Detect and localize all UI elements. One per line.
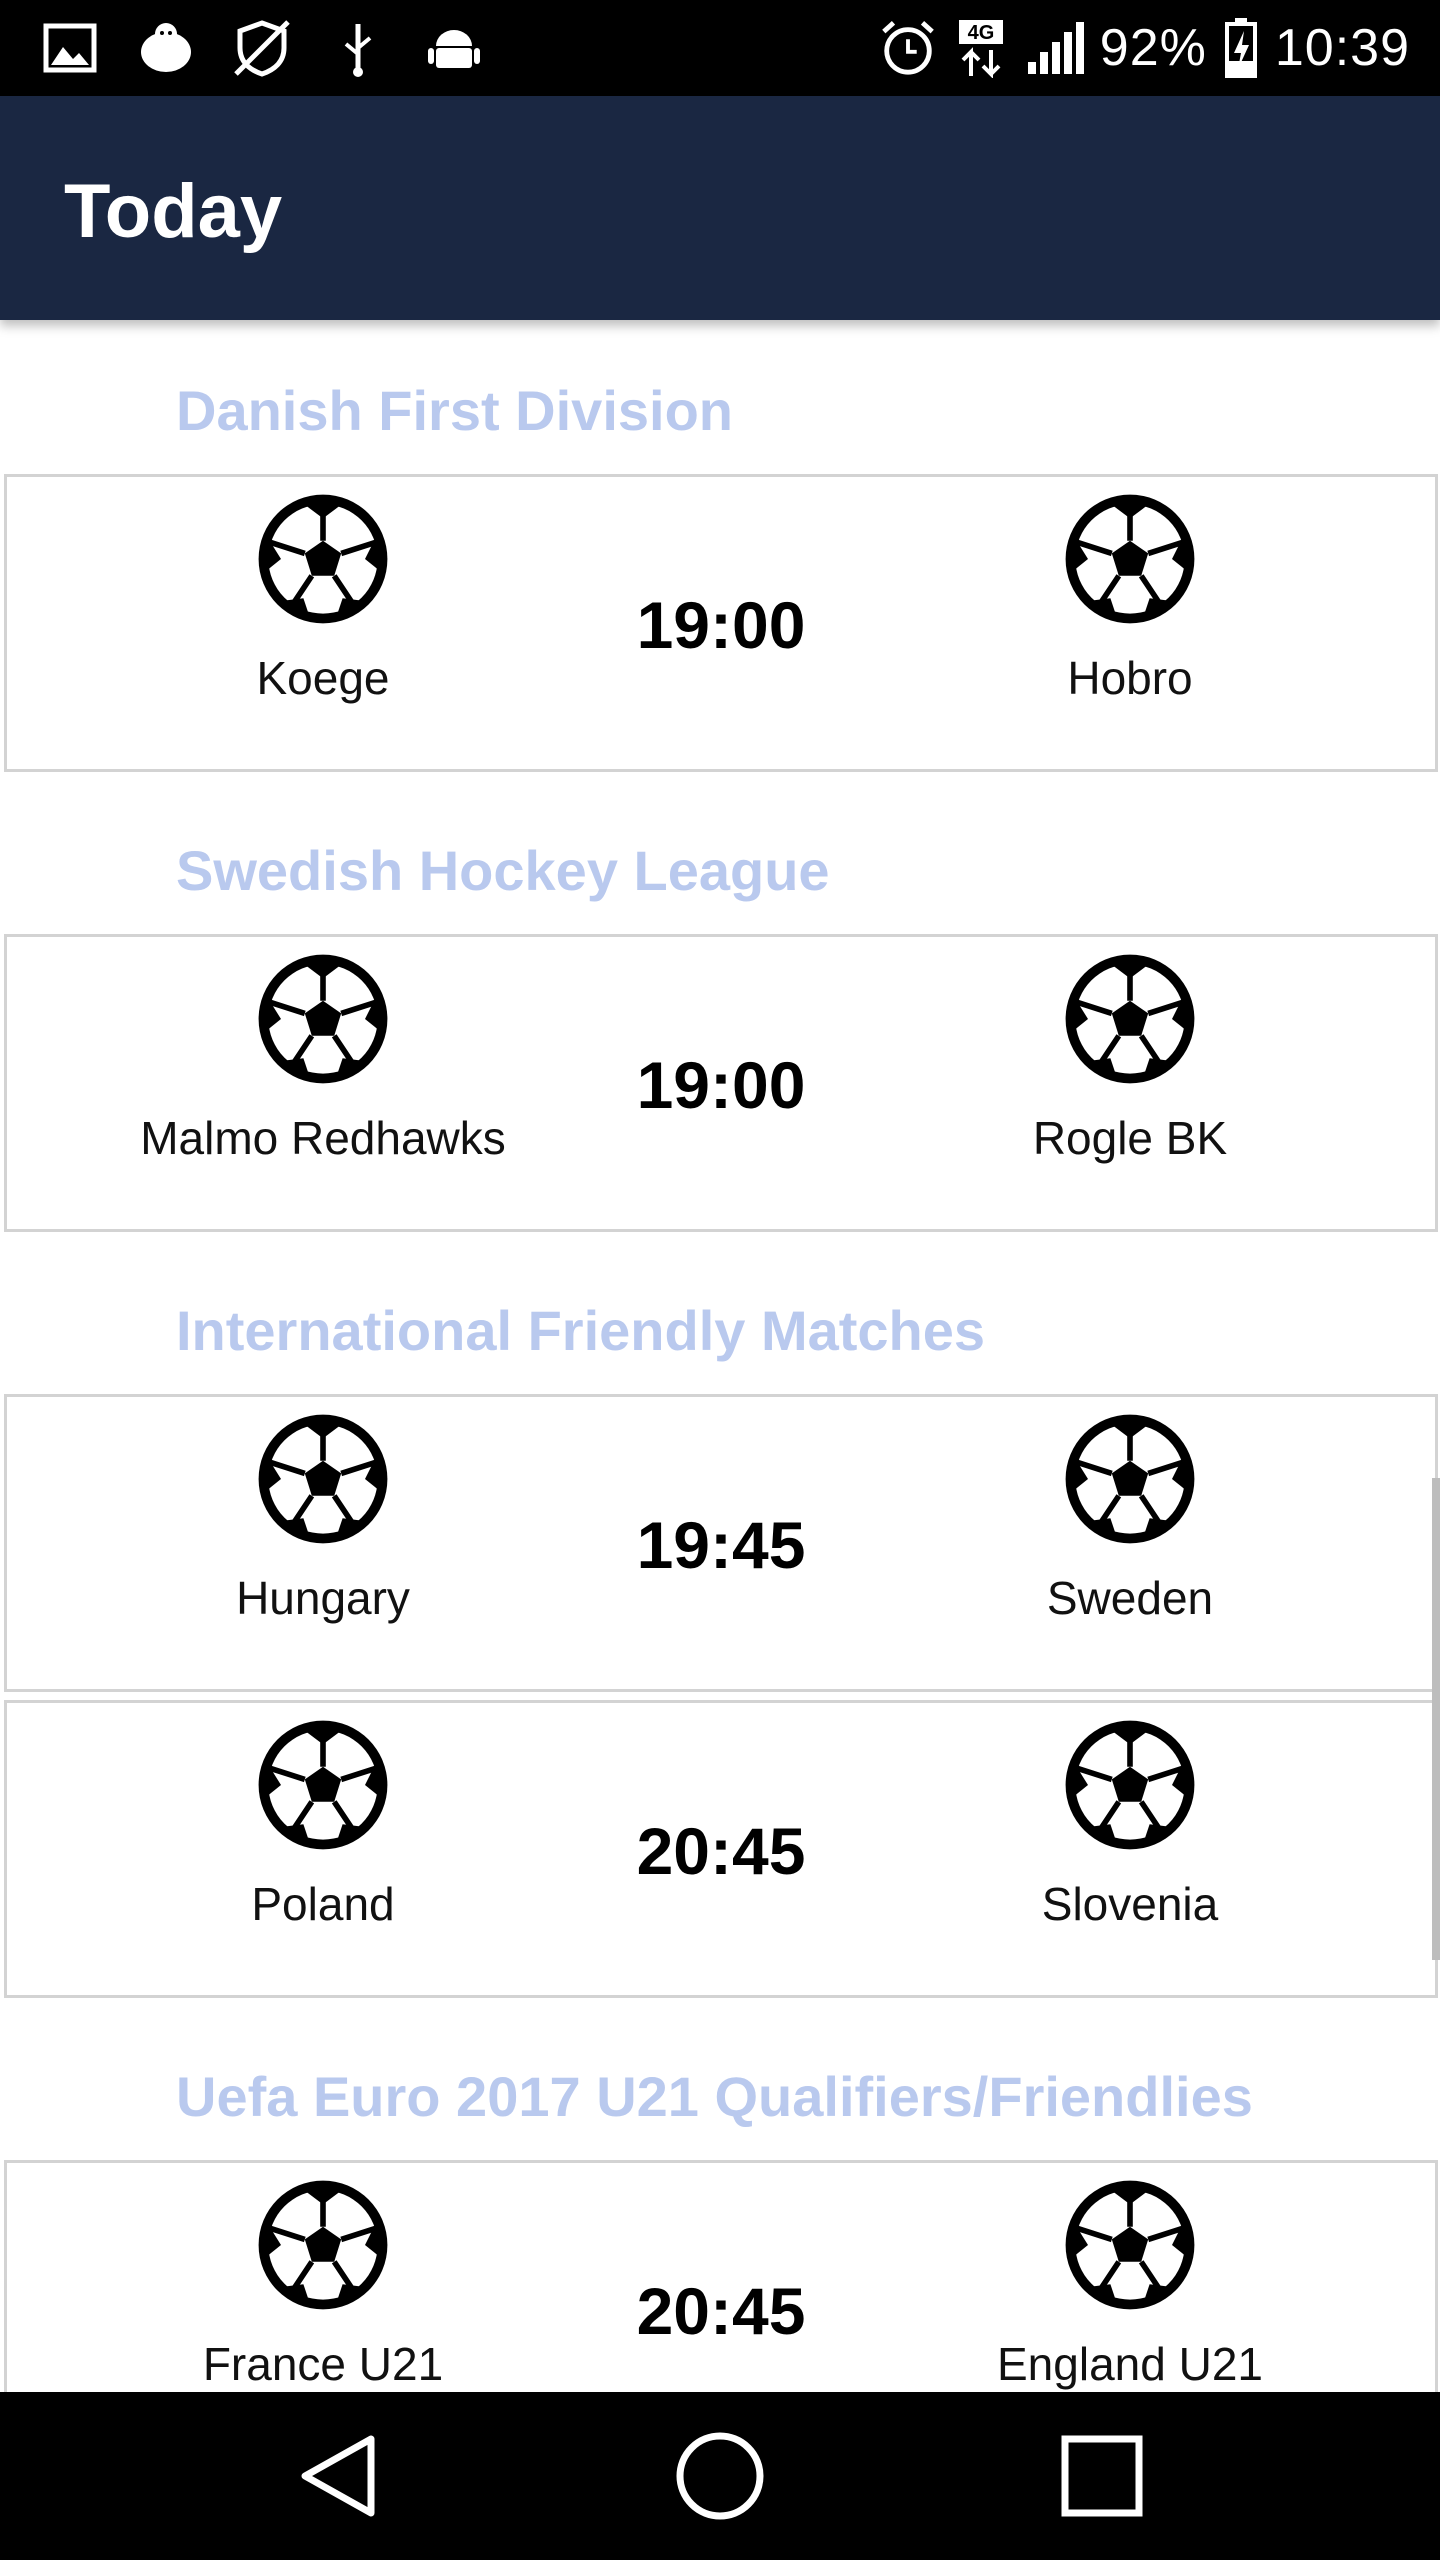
away-team: Slovenia xyxy=(880,1715,1380,1931)
app-bar: Today xyxy=(0,96,1440,320)
back-icon xyxy=(301,2435,375,2517)
bird-icon xyxy=(136,18,196,78)
alarm-icon xyxy=(878,18,938,78)
match-card[interactable]: Hungary 19:45 Sweden xyxy=(4,1394,1438,1692)
away-team: England U21 xyxy=(880,2175,1380,2391)
status-bar: 4G 92% 10:39 xyxy=(0,0,1440,96)
match-card[interactable]: Malmo Redhawks 19:00 Rogle BK xyxy=(4,934,1438,1232)
league-name: International Friendly Matches xyxy=(176,1299,986,1362)
svg-text:4G: 4G xyxy=(967,22,994,44)
signal-icon xyxy=(1026,18,1086,78)
soccer-ball-icon xyxy=(880,489,1380,629)
away-team: Rogle BK xyxy=(880,949,1380,1165)
league-name: Danish First Division xyxy=(176,379,733,442)
home-button[interactable] xyxy=(670,2426,770,2526)
match-card[interactable]: Poland 20:45 Slovenia xyxy=(4,1700,1438,1998)
match-list[interactable]: Danish First Division Koege 19:00 Hobro Swed… xyxy=(0,320,1440,2392)
soccer-ball-icon xyxy=(880,1715,1380,1855)
clock: 10:39 xyxy=(1274,19,1410,77)
usb-icon xyxy=(328,18,388,78)
league-name: Swedish Hockey League xyxy=(176,839,830,902)
soccer-ball-icon xyxy=(880,1409,1380,1549)
away-team-name: England U21 xyxy=(997,2338,1263,2390)
scrollbar[interactable] xyxy=(1432,1478,1440,1960)
recents-button[interactable] xyxy=(1052,2426,1152,2526)
android-icon xyxy=(424,18,484,78)
image-icon xyxy=(40,18,100,78)
league-name: Uefa Euro 2017 U21 Qualifiers/Friendlies xyxy=(176,2065,1253,2128)
league-header: Uefa Euro 2017 U21 Qualifiers/Friendlies xyxy=(0,2006,1440,2160)
away-team-name: Slovenia xyxy=(1041,1878,1219,1930)
away-team: Hobro xyxy=(880,489,1380,705)
away-team-name: Sweden xyxy=(1046,1572,1214,1624)
league-header: International Friendly Matches xyxy=(0,1240,1440,1394)
league-header: Danish First Division xyxy=(0,320,1440,474)
no-location-icon xyxy=(232,18,292,78)
battery-percentage: 92% xyxy=(1099,19,1207,77)
notification-icons xyxy=(40,0,484,96)
away-team: Sweden xyxy=(880,1409,1380,1625)
home-icon xyxy=(676,2432,764,2520)
soccer-ball-icon xyxy=(880,949,1380,1089)
navigation-bar xyxy=(0,2392,1440,2560)
away-team-name: Rogle BK xyxy=(1032,1112,1228,1164)
match-card[interactable]: Koege 19:00 Hobro xyxy=(4,474,1438,772)
match-card[interactable]: France U21 20:45 England U21 xyxy=(4,2160,1438,2392)
soccer-ball-icon xyxy=(880,2175,1380,2315)
league-header: Swedish Hockey League xyxy=(0,780,1440,934)
4g-data-icon: 4G xyxy=(952,18,1012,78)
back-button[interactable] xyxy=(290,2426,390,2526)
battery-charging-icon xyxy=(1221,18,1261,78)
system-status: 4G 92% 10:39 xyxy=(878,0,1410,96)
recents-icon xyxy=(1061,2435,1143,2517)
away-team-name: Hobro xyxy=(1067,652,1193,704)
page-title: Today xyxy=(64,169,283,254)
